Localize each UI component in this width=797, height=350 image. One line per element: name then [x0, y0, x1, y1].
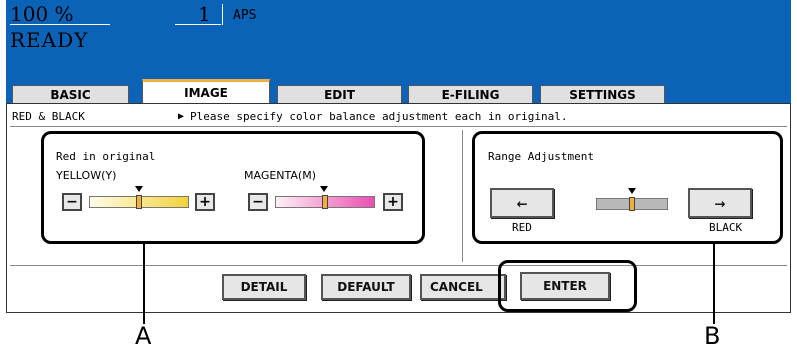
callout-a-box	[41, 131, 425, 244]
paper-mode: APS	[233, 8, 257, 23]
tab-image[interactable]: IMAGE	[142, 79, 270, 103]
callout-a-label: A	[135, 322, 152, 350]
tab-settings[interactable]: SETTINGS	[540, 85, 665, 103]
detail-button[interactable]: DETAIL	[222, 274, 306, 300]
copies-separator	[222, 4, 223, 25]
breadcrumb: RED & BLACK	[12, 110, 85, 123]
tab-e-filing[interactable]: E-FILING	[408, 85, 533, 103]
cancel-button[interactable]: CANCEL	[420, 274, 506, 300]
callout-b-label: B	[704, 322, 721, 350]
zoom-value: 100 %	[10, 2, 74, 26]
zoom-underline	[10, 24, 110, 25]
status-bar	[6, 0, 791, 81]
arrow-right-icon: ▶	[178, 111, 185, 122]
callout-a-line	[143, 244, 145, 324]
tab-edit[interactable]: EDIT	[277, 85, 402, 103]
copies-count: 1	[198, 2, 211, 26]
default-button[interactable]: DEFAULT	[321, 274, 411, 300]
header-divider	[10, 126, 787, 127]
instruction-message: Please specify color balance adjustment …	[190, 110, 568, 123]
enter-callout-box	[498, 260, 637, 312]
callout-b-box	[472, 131, 783, 244]
callout-b-line	[713, 244, 715, 324]
machine-state: READY	[10, 28, 89, 52]
panel-divider	[462, 130, 463, 262]
tab-basic[interactable]: BASIC	[12, 85, 129, 103]
footer-divider	[10, 265, 787, 266]
